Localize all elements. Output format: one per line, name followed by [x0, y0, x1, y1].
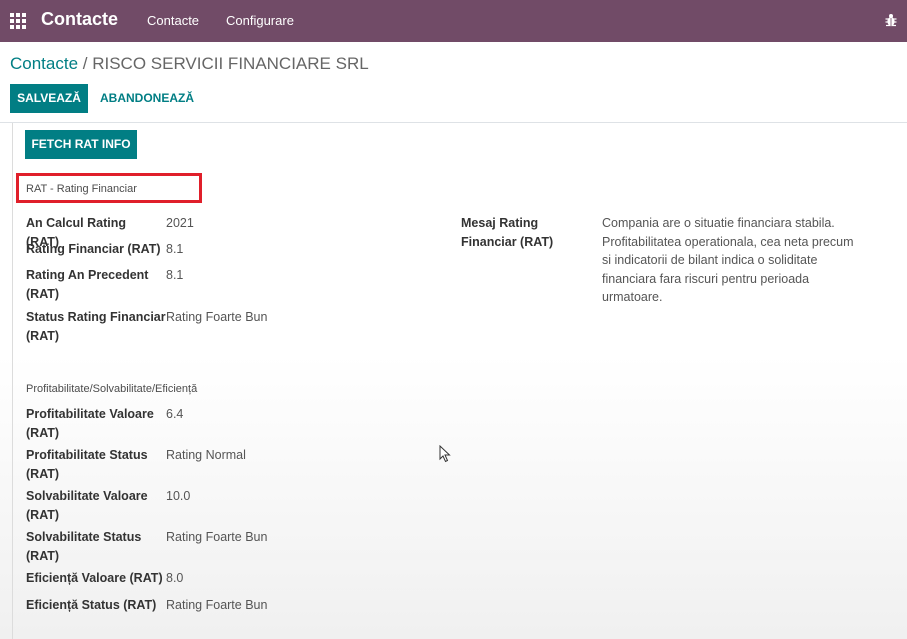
breadcrumb-separator: / [78, 54, 93, 73]
field-label-eficienta-valoare: Eficiență Valoare (RAT) [26, 571, 163, 585]
fetch-rat-info-button[interactable]: FETCH RAT INFO [25, 130, 137, 159]
field-value-an-calcul: 2021 [166, 216, 194, 230]
group-title-rat: RAT - Rating Financiar [26, 183, 137, 195]
group-title-profitabilitate: Profitabilitate/Solvabilitate/Eficiență [26, 383, 198, 395]
field-value-profitabilitate-valoare: 6.4 [166, 407, 184, 421]
menu-configurare[interactable]: Configurare [226, 13, 294, 28]
breadcrumb-parent-link[interactable]: Contacte [10, 54, 78, 73]
field-value-eficienta-status: Rating Foarte Bun [166, 598, 268, 612]
field-label-profitabilitate-status: Profitabilitate Status (RAT) [26, 448, 148, 481]
field-label-mesaj-rating: Mesaj Rating Financiar (RAT) [461, 216, 554, 249]
field-value-status-rating: Rating Foarte Bun [166, 310, 268, 324]
apps-grid-icon[interactable] [10, 13, 26, 29]
sheet-border [12, 123, 13, 639]
field-label-status-rating: Status Rating Financiar (RAT) [26, 310, 166, 343]
field-label-solvabilitate-valoare: Solvabilitate Valoare (RAT) [26, 489, 148, 522]
field-value-solvabilitate-status: Rating Foarte Bun [166, 530, 268, 544]
top-navbar: Contacte Contacte Configurare [0, 0, 907, 42]
save-button[interactable]: SALVEAZĂ [10, 84, 88, 113]
form-sheet: FETCH RAT INFO RAT - Rating Financiar An… [0, 123, 907, 639]
field-value-mesaj-rating: Compania are o situatie financiara stabi… [602, 216, 854, 304]
field-value-rating-an-precedent: 8.1 [166, 268, 184, 282]
field-label-eficienta-status: Eficiență Status (RAT) [26, 598, 157, 612]
field-value-solvabilitate-valoare: 10.0 [166, 489, 191, 503]
field-label-rating-an-precedent: Rating An Precedent (RAT) [26, 268, 149, 301]
field-value-rating-financiar: 8.1 [166, 242, 184, 256]
menu-contacte[interactable]: Contacte [147, 13, 199, 28]
breadcrumb: Contacte / RISCO SERVICII FINANCIARE SRL [10, 54, 369, 74]
discard-button[interactable]: ABANDONEAZĂ [100, 84, 194, 113]
app-brand[interactable]: Contacte [41, 9, 118, 30]
field-value-eficienta-valoare: 8.0 [166, 571, 184, 585]
bug-icon[interactable] [885, 13, 897, 27]
field-label-solvabilitate-status: Solvabilitate Status (RAT) [26, 530, 142, 563]
field-value-profitabilitate-status: Rating Normal [166, 448, 246, 462]
control-panel: Contacte / RISCO SERVICII FINANCIARE SRL… [0, 42, 907, 123]
field-label-profitabilitate-valoare: Profitabilitate Valoare (RAT) [26, 407, 154, 440]
mouse-cursor-icon [439, 444, 451, 463]
field-label-rating-financiar: Rating Financiar (RAT) [26, 242, 161, 256]
breadcrumb-current: RISCO SERVICII FINANCIARE SRL [92, 54, 369, 73]
